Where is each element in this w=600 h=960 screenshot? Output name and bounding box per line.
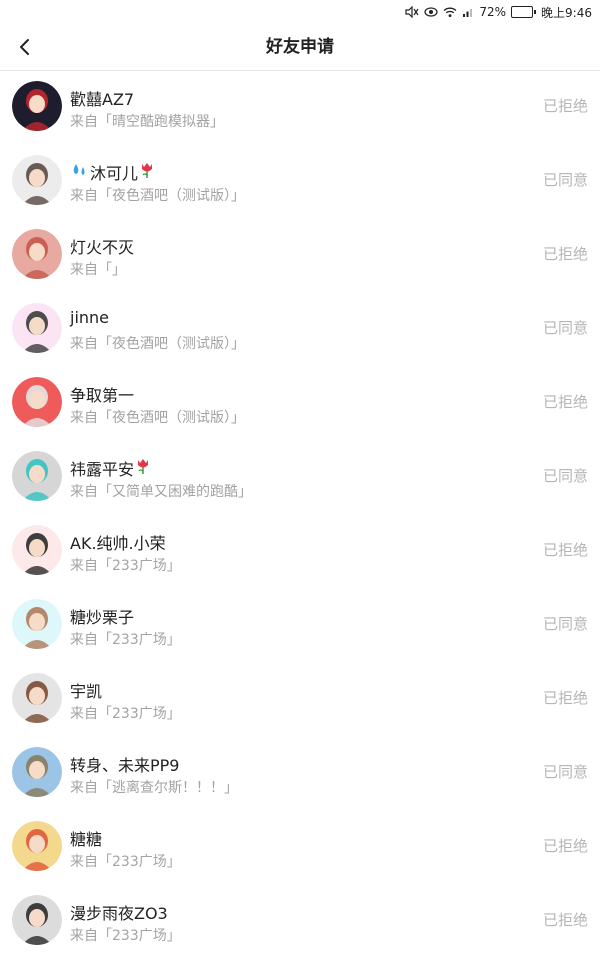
requester-name: 糖炒栗子 xyxy=(70,604,134,628)
list-item[interactable]: 漫步雨夜ZO3 来自「233广场」 已拒绝 xyxy=(0,885,600,959)
tulip-icon xyxy=(135,457,151,479)
request-status: 已同意 xyxy=(542,319,588,337)
requester-name-text: 宇凯 xyxy=(70,682,103,701)
request-status: 已同意 xyxy=(542,171,588,189)
request-source: 来自「夜色酒吧（测试版）」 xyxy=(70,336,245,352)
list-item[interactable]: 转身、未来PP9 来自「逃离查尔斯！！！」 已同意 xyxy=(0,737,600,811)
list-item[interactable]: 糖糖来自「233广场」 已拒绝 xyxy=(0,811,600,885)
avatar[interactable] xyxy=(12,451,62,501)
requester-name-text: 糖糖 xyxy=(70,830,103,849)
request-source: 来自「」 xyxy=(70,262,126,278)
requester-name-text: 灯火不灭 xyxy=(70,238,135,257)
request-status: 已拒绝 xyxy=(542,97,588,115)
avatar[interactable] xyxy=(12,599,62,649)
request-status: 已同意 xyxy=(542,763,588,781)
request-source: 来自「233广场」 xyxy=(70,854,181,870)
requester-name: 灯火不灭 xyxy=(70,234,134,258)
requester-name-text: 歡囍AZ7 xyxy=(70,90,135,109)
eye-icon xyxy=(424,6,438,18)
avatar[interactable] xyxy=(12,895,62,945)
avatar[interactable] xyxy=(12,673,62,723)
list-item[interactable]: 灯火不灭来自「」 已拒绝 xyxy=(0,219,600,293)
requester-name-text: 祎露平安 xyxy=(70,460,135,479)
list-item[interactable]: 宇凯来自「233广场」 已拒绝 xyxy=(0,663,600,737)
requester-name: jinne xyxy=(70,308,109,327)
request-status: 已拒绝 xyxy=(542,689,588,707)
battery-percent: 72% xyxy=(479,5,507,19)
droplets-icon xyxy=(71,162,89,182)
clock: 晚上9:46 xyxy=(541,5,592,20)
requester-name-text: 沐可儿 xyxy=(90,164,139,183)
wifi-icon xyxy=(443,6,457,18)
list-item[interactable]: AK.纯帅.小荣 来自「233广场」 已拒绝 xyxy=(0,515,600,589)
request-source: 来自「又简单又困难的跑酷」 xyxy=(70,484,252,500)
list-item[interactable]: 歡囍AZ7 来自「晴空酷跑模拟器」 已拒绝 xyxy=(0,71,600,145)
requester-name: 歡囍AZ7 xyxy=(70,86,134,110)
requester-name: 糖糖 xyxy=(70,826,102,850)
request-status: 已同意 xyxy=(542,467,588,485)
request-source: 来自「233广场」 xyxy=(70,706,181,722)
request-status: 已拒绝 xyxy=(542,393,588,411)
requester-name-text: 争取第一 xyxy=(70,386,135,405)
avatar[interactable] xyxy=(12,747,62,797)
status-bar: 72% 晚上9:46 xyxy=(0,0,600,24)
avatar[interactable] xyxy=(12,303,62,353)
requester-name-text: 转身、未来PP9 xyxy=(70,756,180,775)
request-source: 来自「晴空酷跑模拟器」 xyxy=(70,114,224,130)
tulip-icon xyxy=(139,161,155,183)
list-item[interactable]: 沐可儿来自「夜色酒吧（测试版）」 已同意 xyxy=(0,145,600,219)
request-source: 来自「233广场」 xyxy=(70,632,181,648)
request-source: 来自「夜色酒吧（测试版）」 xyxy=(70,188,245,204)
request-source: 来自「233广场」 xyxy=(70,928,181,944)
request-status: 已拒绝 xyxy=(542,245,588,263)
request-status: 已拒绝 xyxy=(542,911,588,929)
nav-bar: 好友申请 xyxy=(0,24,600,71)
avatar[interactable] xyxy=(12,821,62,871)
requester-name-text: 漫步雨夜ZO3 xyxy=(70,904,168,923)
request-status: 已拒绝 xyxy=(542,837,588,855)
requester-name-text: AK.纯帅.小荣 xyxy=(70,534,166,553)
list-item[interactable]: 争取第一来自「夜色酒吧（测试版）」 已拒绝 xyxy=(0,367,600,441)
requester-name: 祎露平安 xyxy=(70,456,152,480)
battery-icon xyxy=(511,6,537,18)
requester-name: 漫步雨夜ZO3 xyxy=(70,900,168,924)
list-item[interactable]: 祎露平安来自「又简单又困难的跑酷」 已同意 xyxy=(0,441,600,515)
list-item[interactable]: jinne 来自「夜色酒吧（测试版）」 已同意 xyxy=(0,293,600,367)
avatar[interactable] xyxy=(12,81,62,131)
avatar[interactable] xyxy=(12,377,62,427)
request-source: 来自「233广场」 xyxy=(70,558,181,574)
requester-name: 宇凯 xyxy=(70,678,102,702)
list-item[interactable]: 糖炒栗子来自「233广场」 已同意 xyxy=(0,589,600,663)
request-list: 歡囍AZ7 来自「晴空酷跑模拟器」 已拒绝 沐可儿 来自「夜色酒吧（测试版）」 已同意 灯火… xyxy=(0,71,600,959)
requester-name-text: jinne xyxy=(70,308,110,327)
requester-name-text: 糖炒栗子 xyxy=(70,608,135,627)
request-status: 已拒绝 xyxy=(542,541,588,559)
avatar[interactable] xyxy=(12,155,62,205)
requester-name: 争取第一 xyxy=(70,382,134,406)
avatar[interactable] xyxy=(12,525,62,575)
requester-name: AK.纯帅.小荣 xyxy=(70,530,166,554)
page-title: 好友申请 xyxy=(266,37,334,57)
requester-name: 转身、未来PP9 xyxy=(70,752,179,776)
avatar[interactable] xyxy=(12,229,62,279)
mute-icon xyxy=(405,6,419,18)
request-status: 已同意 xyxy=(542,615,588,633)
request-source: 来自「夜色酒吧（测试版）」 xyxy=(70,410,245,426)
requester-name: 沐可儿 xyxy=(70,160,156,184)
signal-icon xyxy=(462,6,474,18)
request-source: 来自「逃离查尔斯！！！」 xyxy=(70,780,238,796)
